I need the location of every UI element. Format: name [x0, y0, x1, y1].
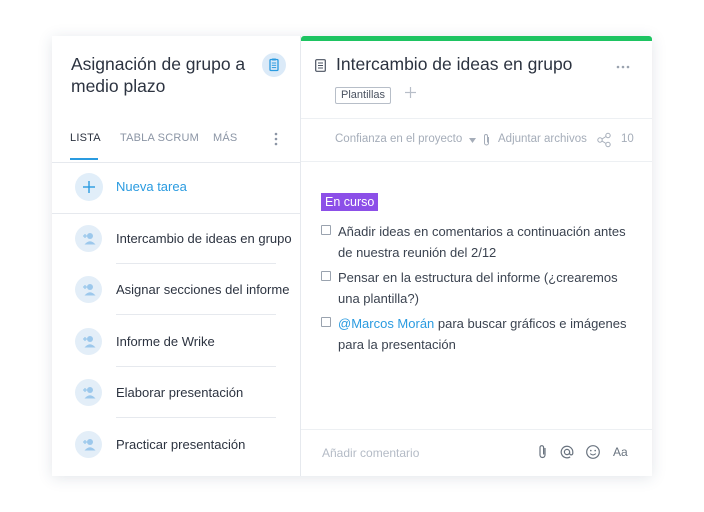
clipboard-icon[interactable] — [262, 53, 286, 77]
project-title: Asignación de grupo a medio plazo — [71, 54, 246, 96]
task-title[interactable]: Intercambio de ideas en grupo — [336, 54, 572, 75]
task-panel: Asignación de grupo a medio plazo LISTA … — [52, 36, 652, 476]
comment-input[interactable]: Añadir comentario — [322, 446, 419, 460]
meta-row: Confianza en el proyecto Adjuntar archiv… — [301, 118, 652, 162]
divider — [116, 417, 276, 418]
confidence-dropdown[interactable]: Confianza en el proyecto — [335, 133, 462, 145]
text-format-button[interactable]: Aa — [613, 445, 628, 459]
share-count: 10 — [621, 133, 634, 145]
task-label: Intercambio de ideas en grupo — [116, 231, 292, 246]
new-task-label: Nueva tarea — [116, 179, 187, 194]
plus-icon — [75, 173, 103, 201]
checklist-item-text: Pensar en la estructura del informe (¿cr… — [338, 270, 618, 306]
status-badge[interactable]: En curso — [321, 193, 379, 211]
tab-mas[interactable]: MÁS — [213, 132, 237, 144]
checklist-item-text: Añadir ideas en comentarios a continuaci… — [338, 224, 626, 260]
task-label: Informe de Wrike — [116, 334, 215, 349]
user-add-icon[interactable] — [75, 225, 102, 252]
checkbox[interactable] — [321, 225, 331, 235]
task-row[interactable]: Asignar secciones del informe — [52, 264, 300, 315]
new-task-button[interactable]: Nueva tarea — [52, 162, 300, 214]
divider — [116, 314, 276, 315]
checkbox[interactable] — [321, 317, 331, 327]
share-icon[interactable] — [596, 132, 612, 148]
task-label: Elaborar presentación — [116, 385, 244, 400]
task-row[interactable]: Practicar presentación — [52, 419, 300, 470]
attach-files-link[interactable]: Adjuntar archivos — [498, 133, 587, 145]
user-add-icon[interactable] — [75, 276, 102, 303]
add-tag-icon[interactable] — [404, 86, 417, 99]
chevron-down-icon[interactable] — [469, 138, 476, 143]
folder-tag[interactable]: Plantillas — [335, 87, 392, 104]
task-list-pane: Asignación de grupo a medio plazo LISTA … — [52, 36, 301, 476]
user-mention[interactable]: @Marcos Morán — [338, 316, 434, 331]
task-label: Asignar secciones del informe — [116, 282, 290, 297]
active-tab-indicator — [70, 158, 98, 160]
checklist-item-text: @Marcos Morán para buscar gráficos e imá… — [338, 313, 628, 355]
user-add-icon[interactable] — [75, 328, 102, 355]
more-vertical-icon[interactable] — [270, 131, 282, 147]
task-row[interactable]: Intercambio de ideas en grupo — [52, 213, 300, 264]
more-dots-icon[interactable] — [615, 57, 631, 69]
status-color-bar — [301, 36, 652, 41]
task-label: Practicar presentación — [116, 437, 246, 452]
tab-lista[interactable]: LISTA — [70, 132, 101, 144]
task-detail-pane: Intercambio de ideas en grupo Plantillas… — [301, 36, 652, 476]
user-add-icon[interactable] — [75, 379, 102, 406]
comment-bar: Añadir comentario Aa — [301, 429, 652, 476]
paperclip-icon[interactable] — [482, 133, 491, 147]
at-icon[interactable] — [559, 444, 575, 460]
document-icon — [315, 59, 326, 72]
checkbox[interactable] — [321, 271, 331, 281]
task-row[interactable]: Elaborar presentación — [52, 367, 300, 418]
view-tabs: LISTA TABLA SCRUM MÁS — [52, 126, 300, 163]
smiley-icon[interactable] — [585, 444, 601, 460]
task-row[interactable]: Informe de Wrike — [52, 316, 300, 367]
user-add-icon[interactable] — [75, 431, 102, 458]
paperclip-icon[interactable] — [535, 444, 551, 460]
tab-tabla-scrum[interactable]: TABLA SCRUM — [120, 132, 199, 144]
